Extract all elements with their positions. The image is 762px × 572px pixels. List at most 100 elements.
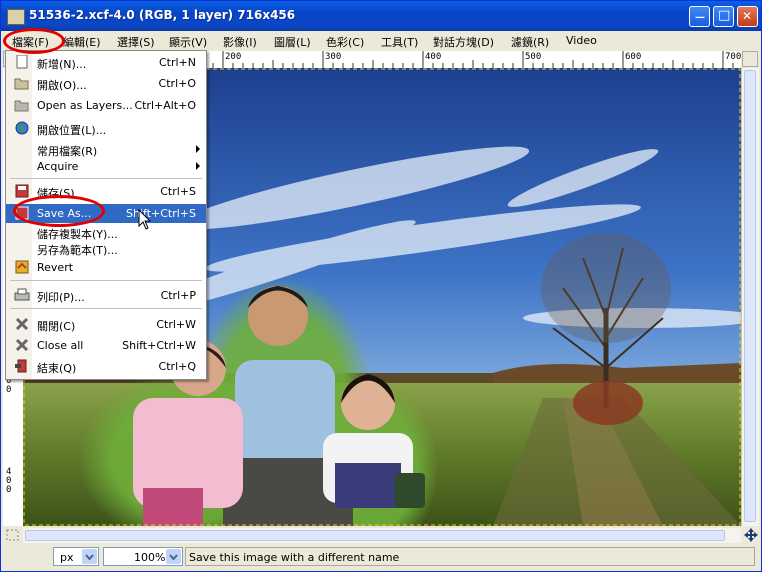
menu-item-open[interactable]: 開啟(O)... Ctrl+O bbox=[6, 74, 206, 93]
menu-file[interactable]: 檔案(F) bbox=[12, 34, 49, 50]
close-icon: ✕ bbox=[742, 9, 753, 23]
close-all-icon bbox=[15, 338, 29, 352]
menu-separator bbox=[10, 280, 202, 281]
close-button[interactable]: ✕ bbox=[737, 6, 758, 27]
save-icon bbox=[15, 184, 29, 198]
menu-edit[interactable]: 編輯(E) bbox=[63, 34, 101, 50]
unit-dropdown-button[interactable] bbox=[82, 549, 97, 564]
zoom-dropdown-button[interactable] bbox=[166, 549, 181, 564]
new-document-icon bbox=[16, 55, 28, 69]
menu-item-label: 列印(P)... bbox=[37, 291, 85, 304]
submenu-arrow-icon bbox=[196, 145, 200, 153]
horizontal-scroll-thumb[interactable] bbox=[25, 530, 725, 541]
menu-separator bbox=[10, 178, 202, 179]
menu-item-save-as[interactable]: Save As... Shift+Ctrl+S bbox=[6, 204, 206, 223]
mouse-cursor-icon bbox=[138, 209, 152, 230]
navigate-cross-icon bbox=[744, 528, 758, 542]
menu-select[interactable]: 選擇(S) bbox=[117, 34, 155, 50]
menu-item-label: 開啟(O)... bbox=[37, 79, 87, 92]
save-as-icon bbox=[15, 206, 29, 220]
menu-item-label: Acquire bbox=[37, 160, 79, 173]
menu-item-label: Open as Layers... bbox=[37, 99, 133, 112]
ruler-label: 700 bbox=[725, 52, 741, 62]
menu-item-close[interactable]: 關閉(C) Ctrl+W bbox=[6, 315, 206, 334]
quit-icon bbox=[15, 359, 27, 373]
minimize-icon: — bbox=[695, 12, 705, 23]
menu-item-label: 關閉(C) bbox=[37, 320, 76, 333]
menu-item-shortcut: Ctrl+S bbox=[160, 185, 196, 198]
menu-item-shortcut: Ctrl+Q bbox=[158, 360, 196, 373]
menu-item-label: Revert bbox=[37, 261, 74, 274]
globe-icon bbox=[15, 121, 29, 135]
status-bar: px 100% Save this image with a different… bbox=[1, 544, 761, 571]
menu-colors[interactable]: 色彩(C) bbox=[326, 34, 364, 50]
menu-tools[interactable]: 工具(T) bbox=[381, 34, 418, 50]
vertical-scroll-thumb[interactable] bbox=[744, 70, 756, 522]
submenu-arrow-icon bbox=[196, 162, 200, 170]
menu-item-save-template[interactable]: 另存為範本(T)... bbox=[6, 239, 206, 258]
menu-item-close-all[interactable]: Close all Shift+Ctrl+W bbox=[6, 336, 206, 355]
zoom-select[interactable]: 100% bbox=[103, 547, 183, 566]
horizontal-scrollbar[interactable] bbox=[23, 528, 741, 543]
close-x-icon bbox=[15, 317, 29, 331]
menu-item-print[interactable]: 列印(P)... Ctrl+P bbox=[6, 286, 206, 305]
ruler-label: 600 bbox=[625, 52, 642, 62]
title-bar[interactable]: 51536-2.xcf-4.0 (RGB, 1 layer) 716x456 —… bbox=[1, 1, 761, 31]
menu-item-shortcut: Ctrl+Alt+O bbox=[134, 99, 196, 112]
menu-item-open-location[interactable]: 開啟位置(L)... bbox=[6, 119, 206, 138]
revert-icon bbox=[15, 260, 29, 274]
navigate-icon[interactable] bbox=[743, 527, 759, 543]
menu-view[interactable]: 顯示(V) bbox=[169, 34, 207, 50]
menu-item-acquire[interactable]: Acquire bbox=[6, 157, 206, 176]
menu-item-new[interactable]: 新增(N)... Ctrl+N bbox=[6, 53, 206, 72]
open-folder-icon bbox=[14, 78, 29, 90]
vertical-scrollbar[interactable] bbox=[741, 68, 759, 526]
ruler-label: 200 bbox=[225, 52, 242, 62]
unit-value: px bbox=[60, 551, 74, 564]
quick-mask-toggle[interactable] bbox=[5, 528, 21, 543]
status-message-box: Save this image with a different name bbox=[185, 547, 755, 566]
menu-filters[interactable]: 濾鏡(R) bbox=[511, 34, 549, 50]
menu-item-label: 結束(Q) bbox=[37, 362, 77, 375]
open-layers-icon bbox=[14, 100, 29, 112]
window-title: 51536-2.xcf-4.0 (RGB, 1 layer) 716x456 bbox=[29, 8, 296, 22]
maximize-button[interactable]: □ bbox=[713, 6, 734, 27]
menu-item-shortcut: Ctrl+O bbox=[158, 77, 196, 90]
menu-item-label: 開啟位置(L)... bbox=[37, 124, 107, 137]
menu-item-open-as-layers[interactable]: Open as Layers... Ctrl+Alt+O bbox=[6, 96, 206, 115]
menu-item-quit[interactable]: 結束(Q) Ctrl+Q bbox=[6, 357, 206, 376]
ruler-label: 300 bbox=[325, 52, 342, 62]
quick-mask-icon bbox=[6, 529, 19, 541]
menu-video[interactable]: Video bbox=[566, 34, 597, 47]
menu-separator bbox=[10, 308, 202, 309]
menu-item-shortcut: Shift+Ctrl+S bbox=[126, 207, 196, 220]
menu-item-shortcut: Shift+Ctrl+W bbox=[122, 339, 196, 352]
gimp-app-icon bbox=[7, 9, 25, 25]
chevron-down-icon bbox=[85, 554, 94, 561]
ruler-label: 4 0 0 bbox=[6, 467, 12, 495]
ruler-label: 500 bbox=[525, 52, 542, 62]
menu-image[interactable]: 影像(I) bbox=[223, 34, 257, 50]
unit-select[interactable]: px bbox=[53, 547, 99, 566]
gimp-image-window: 51536-2.xcf-4.0 (RGB, 1 layer) 716x456 —… bbox=[0, 0, 762, 572]
menu-item-label: 儲存(S) bbox=[37, 187, 75, 200]
menu-item-save[interactable]: 儲存(S) Ctrl+S bbox=[6, 182, 206, 201]
menu-item-shortcut: Ctrl+N bbox=[158, 56, 196, 69]
file-menu-dropdown: 新增(N)... Ctrl+N 開啟(O)... Ctrl+O Open as … bbox=[5, 50, 207, 380]
print-icon bbox=[14, 288, 30, 301]
menu-bar: 檔案(F) 編輯(E) 選擇(S) 顯示(V) 影像(I) 圖層(L) 色彩(C… bbox=[1, 31, 761, 50]
zoom-corner-icon[interactable] bbox=[742, 51, 758, 67]
ruler-label: 400 bbox=[425, 52, 442, 62]
chevron-down-icon bbox=[169, 554, 178, 561]
menu-item-label: Close all bbox=[37, 339, 84, 352]
menu-item-label: 另存為範本(T)... bbox=[37, 244, 118, 257]
menu-layer[interactable]: 圖層(L) bbox=[274, 34, 311, 50]
zoom-value: 100% bbox=[134, 551, 166, 564]
maximize-icon: □ bbox=[718, 8, 731, 23]
menu-item-revert[interactable]: Revert bbox=[6, 258, 206, 277]
menu-item-shortcut: Ctrl+P bbox=[160, 289, 196, 302]
menu-dialogs[interactable]: 對話方塊(D) bbox=[433, 34, 494, 50]
minimize-button[interactable]: — bbox=[689, 6, 710, 27]
menu-item-shortcut: Ctrl+W bbox=[156, 318, 196, 331]
menu-item-label: 新增(N)... bbox=[37, 58, 87, 71]
